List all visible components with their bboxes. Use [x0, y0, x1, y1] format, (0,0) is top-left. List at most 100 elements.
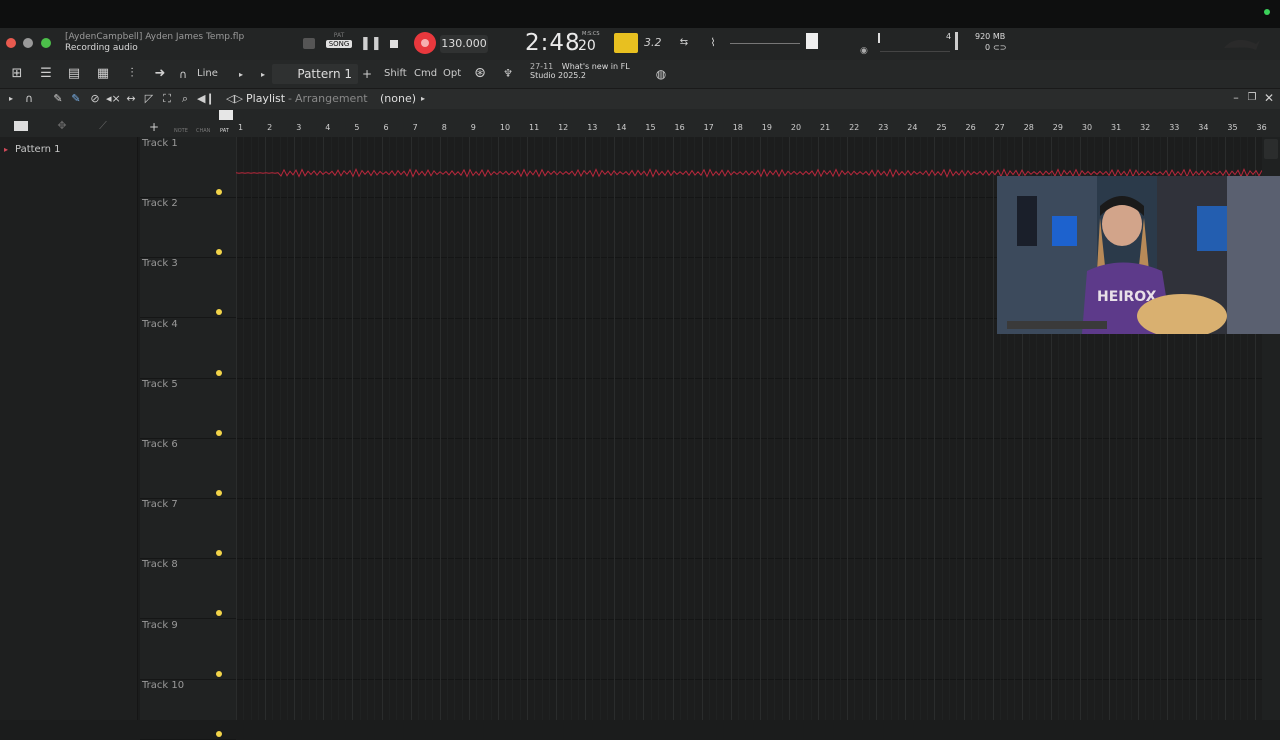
- track-enable-led[interactable]: [216, 309, 222, 315]
- scrollbar-thumb[interactable]: [1264, 139, 1278, 159]
- ruler-bar-30: 30: [1082, 123, 1092, 132]
- playlist-speaker-icon[interactable]: ◁▷: [226, 91, 240, 107]
- pause-icon[interactable]: ❚❚: [360, 36, 374, 52]
- link-icon: ⊂⊃: [993, 43, 1006, 52]
- cmd-key-button[interactable]: Cmd: [414, 68, 437, 79]
- track-header[interactable]: Track 4: [140, 318, 236, 379]
- grid-line: [360, 137, 361, 720]
- track-enable-led[interactable]: [216, 490, 222, 496]
- select-tool-icon[interactable]: ⛶: [160, 91, 174, 107]
- minimize-panel-icon[interactable]: –: [1230, 90, 1242, 106]
- track-header[interactable]: Track 10: [140, 679, 236, 740]
- arrangement-selector[interactable]: (none): [380, 92, 416, 105]
- stop-button[interactable]: [390, 40, 398, 48]
- snap-magnet-icon[interactable]: ∩: [22, 91, 36, 107]
- browser-icon[interactable]: ⊞: [8, 66, 26, 82]
- add-track-icon[interactable]: +: [148, 119, 160, 135]
- waveform-icon[interactable]: ⌇: [703, 35, 723, 51]
- track-header[interactable]: Track 9: [140, 619, 236, 680]
- grid-line: [352, 137, 353, 720]
- mixer-icon[interactable]: ⫶: [123, 66, 141, 82]
- chevron-right-icon[interactable]: ▸: [236, 67, 246, 83]
- playback-tool-icon[interactable]: ◀❙: [197, 91, 211, 107]
- brush-icon[interactable]: ⟋: [96, 118, 110, 134]
- time-format-label: M:S:CS: [582, 31, 600, 37]
- grid-line: [614, 137, 615, 720]
- grid-line: [774, 137, 775, 720]
- track-enable-led[interactable]: [216, 671, 222, 677]
- delete-tool-icon[interactable]: ⊘: [88, 91, 102, 107]
- master-volume-handle[interactable]: [806, 33, 818, 49]
- pattern-selector[interactable]: Pattern 1: [272, 64, 358, 84]
- arrow-right-icon[interactable]: ➜: [151, 66, 169, 82]
- globe-icon[interactable]: ◍: [652, 66, 670, 82]
- piano-icon[interactable]: [14, 121, 28, 131]
- grid-line: [709, 137, 710, 720]
- track-enable-led[interactable]: [216, 249, 222, 255]
- slip-tool-icon[interactable]: ↔: [124, 91, 138, 107]
- track-header[interactable]: Track 1: [140, 137, 236, 198]
- grid-line: [687, 137, 688, 720]
- snap-mode-label[interactable]: Line: [197, 68, 218, 79]
- zoom-tool-icon[interactable]: ⌕: [178, 91, 192, 107]
- maximize-panel-icon[interactable]: ❐: [1246, 90, 1258, 106]
- playlist-icon[interactable]: ▤: [65, 66, 83, 82]
- track-enable-led[interactable]: [216, 189, 222, 195]
- track-header[interactable]: Track 6: [140, 438, 236, 499]
- piano-roll-icon[interactable]: ▦: [94, 66, 112, 82]
- move-icon[interactable]: ✥: [55, 118, 69, 134]
- track-enable-led[interactable]: [216, 550, 222, 556]
- pattern-step-display[interactable]: 3.2: [644, 36, 662, 49]
- arrangement-chevron-icon[interactable]: ▸: [418, 91, 428, 107]
- smart-disable-icon[interactable]: ⊛: [470, 65, 490, 81]
- metronome-icon[interactable]: [303, 38, 315, 49]
- typing-keyboard-icon[interactable]: [614, 33, 638, 53]
- close-window-button[interactable]: [6, 38, 16, 48]
- audio-clip[interactable]: [236, 163, 1262, 173]
- paint-tool-icon[interactable]: ✎: [69, 91, 83, 107]
- mute-tool-icon[interactable]: ◂×: [106, 91, 120, 107]
- grid-line: [607, 137, 608, 720]
- ruler-bar-17: 17: [704, 123, 714, 132]
- tempo-display[interactable]: 130.000: [440, 35, 488, 53]
- timeline-ruler[interactable]: 1234567891011121314151617181920212223242…: [236, 123, 1262, 137]
- browser-item-pattern-1[interactable]: Pattern 1: [15, 144, 61, 155]
- record-button[interactable]: [414, 32, 436, 54]
- pattern-view-icon[interactable]: [219, 110, 233, 120]
- channel-rack-icon[interactable]: ☰: [37, 66, 55, 82]
- pitch-knob-marker[interactable]: [878, 33, 880, 43]
- track-enable-led[interactable]: [216, 610, 222, 616]
- draw-tool-icon[interactable]: ✎: [51, 91, 65, 107]
- play-pattern-icon[interactable]: ▸: [258, 67, 268, 83]
- ruler-bar-11: 11: [529, 123, 539, 132]
- playlist-menu-arrow-icon[interactable]: ▸: [6, 91, 16, 107]
- track-header[interactable]: Track 7: [140, 498, 236, 559]
- minimize-window-button[interactable]: [23, 38, 33, 48]
- add-pattern-icon[interactable]: +: [361, 66, 373, 82]
- ruler-bar-22: 22: [849, 123, 859, 132]
- track-name: Track 8: [142, 559, 178, 570]
- news-panel[interactable]: 27-11 What's new in FL Studio 2025.2: [530, 62, 630, 80]
- master-volume-slider[interactable]: [730, 43, 800, 44]
- loop-record-icon[interactable]: ⇆: [674, 35, 694, 51]
- record-icon: [421, 39, 429, 47]
- webcam-overlay: HEIROX: [997, 176, 1280, 334]
- eye-icon[interactable]: ◉: [860, 46, 868, 56]
- close-panel-icon[interactable]: ✕: [1263, 90, 1275, 106]
- shift-key-button[interactable]: Shift: [384, 68, 407, 79]
- track-enable-led[interactable]: [216, 731, 222, 737]
- track-header[interactable]: Track 5: [140, 378, 236, 439]
- grid-line: [549, 137, 550, 720]
- time-display-main[interactable]: 2:48: [525, 30, 581, 56]
- opt-key-button[interactable]: Opt: [443, 68, 461, 79]
- plugin-icon[interactable]: ♆: [500, 66, 516, 82]
- track-header[interactable]: Track 3: [140, 257, 236, 318]
- track-enable-led[interactable]: [216, 370, 222, 376]
- magnet-icon[interactable]: ∩: [176, 67, 190, 83]
- slice-tool-icon[interactable]: ◸: [142, 91, 156, 107]
- track-header[interactable]: Track 8: [140, 558, 236, 619]
- pat-song-toggle[interactable]: PAT SONG: [326, 32, 352, 56]
- track-header[interactable]: Track 2: [140, 197, 236, 258]
- maximize-window-button[interactable]: [41, 38, 51, 48]
- track-enable-led[interactable]: [216, 430, 222, 436]
